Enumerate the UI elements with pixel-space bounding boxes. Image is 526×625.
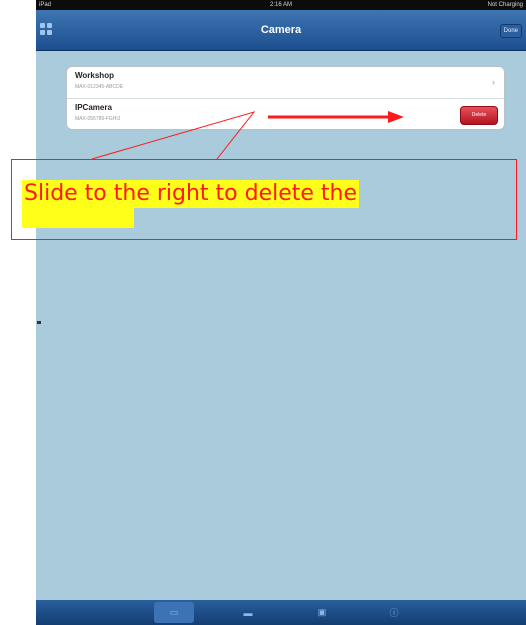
annotation-highlight-tail xyxy=(22,208,134,228)
swipe-arrow-head xyxy=(388,111,404,123)
annotation-lines xyxy=(91,111,404,160)
annotation-text: Slide to the right to delete the xyxy=(22,180,360,208)
callout-pointer xyxy=(91,111,256,160)
